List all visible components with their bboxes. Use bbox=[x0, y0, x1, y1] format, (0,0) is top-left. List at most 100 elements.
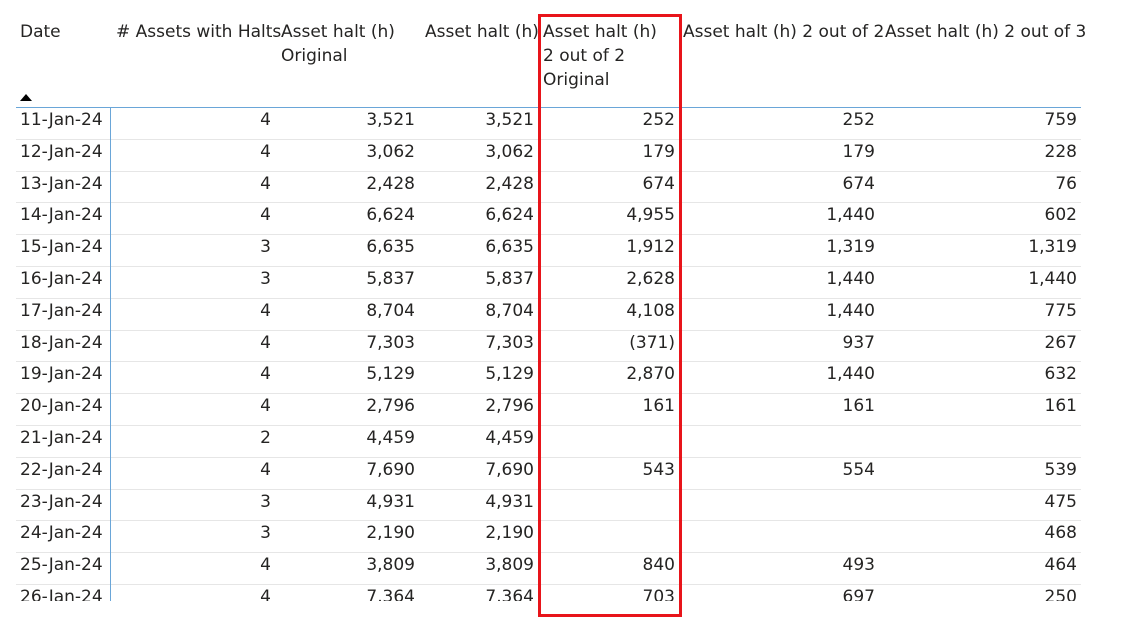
cell-asset-halt-2of2-original: 543 bbox=[642, 459, 675, 480]
table-row[interactable]: 26-Jan-24 4 7,364 7,364 703 697 250 bbox=[16, 585, 1081, 601]
cell-asset-halt-2of3: 267 bbox=[1044, 332, 1077, 353]
cell-asset-halt-2of3: 759 bbox=[1044, 110, 1077, 130]
cell-asset-halt-2of2-original: 2,870 bbox=[626, 364, 675, 385]
cell-asset-halt-original: 2,190 bbox=[366, 523, 415, 544]
table-row[interactable]: 16-Jan-24 3 5,837 5,837 2,628 1,440 1,440 bbox=[16, 267, 1081, 299]
cell-asset-halt-2of3: 775 bbox=[1044, 300, 1077, 321]
cell-asset-halt-2of2-original: 179 bbox=[642, 141, 675, 162]
sort-ascending-icon[interactable] bbox=[20, 94, 32, 101]
cell-asset-halt: 7,364 bbox=[485, 586, 534, 601]
cell-asset-halt-original: 5,837 bbox=[366, 268, 415, 289]
cell-asset-halt-original: 7,364 bbox=[366, 586, 415, 601]
cell-asset-halt-2of2-original: 674 bbox=[642, 173, 675, 194]
cell-asset-halt: 2,796 bbox=[485, 396, 534, 417]
cell-date: 26-Jan-24 bbox=[20, 586, 103, 601]
cell-asset-halt-2of3: 468 bbox=[1044, 523, 1077, 544]
column-header-asset-halt-2of2-original[interactable]: Asset halt (h) 2 out of 2 Original bbox=[543, 20, 671, 92]
cell-asset-halt-2of2-original: (371) bbox=[629, 332, 675, 353]
cell-asset-halt-original: 5,129 bbox=[366, 364, 415, 385]
table-row[interactable]: 18-Jan-24 4 7,303 7,303 (371) 937 267 bbox=[16, 331, 1081, 363]
cell-asset-halt-original: 7,303 bbox=[366, 332, 415, 353]
cell-asset-halt: 6,624 bbox=[485, 205, 534, 226]
cell-asset-halt-2of2: 493 bbox=[842, 555, 875, 576]
column-header-asset-halt[interactable]: Asset halt (h) bbox=[425, 20, 539, 44]
cell-asset-halt-2of3: 1,440 bbox=[1028, 268, 1077, 289]
cell-date: 15-Jan-24 bbox=[20, 237, 103, 258]
cell-asset-halt: 5,129 bbox=[485, 364, 534, 385]
cell-date: 18-Jan-24 bbox=[20, 332, 103, 353]
cell-asset-halt-2of2-original: 840 bbox=[642, 555, 675, 576]
table-row[interactable]: 22-Jan-24 4 7,690 7,690 543 554 539 bbox=[16, 458, 1081, 490]
date-column-divider bbox=[110, 108, 111, 601]
table-row[interactable]: 15-Jan-24 3 6,635 6,635 1,912 1,319 1,319 bbox=[16, 235, 1081, 267]
cell-asset-halt-original: 2,428 bbox=[366, 173, 415, 194]
cell-date: 21-Jan-24 bbox=[20, 427, 103, 448]
cell-assets-with-halts: 4 bbox=[260, 141, 271, 162]
cell-asset-halt: 3,062 bbox=[485, 141, 534, 162]
cell-asset-halt-2of2: 937 bbox=[842, 332, 875, 353]
table-row[interactable]: 13-Jan-24 4 2,428 2,428 674 674 76 bbox=[16, 172, 1081, 204]
cell-asset-halt: 8,704 bbox=[485, 300, 534, 321]
cell-asset-halt: 3,809 bbox=[485, 555, 534, 576]
column-header-assets-with-halts[interactable]: # Assets with Halts bbox=[116, 20, 281, 44]
cell-date: 13-Jan-24 bbox=[20, 173, 103, 194]
column-header-date[interactable]: Date bbox=[20, 20, 61, 44]
column-header-asset-halt-2of3-label: Asset halt (h) 2 out of 3 bbox=[885, 22, 1087, 42]
column-header-asset-halt-2of3[interactable]: Asset halt (h) 2 out of 3 bbox=[885, 20, 1086, 44]
cell-asset-halt-2of2: 1,440 bbox=[826, 300, 875, 321]
cell-date: 14-Jan-24 bbox=[20, 205, 103, 226]
cell-asset-halt-original: 3,521 bbox=[366, 110, 415, 130]
cell-asset-halt-2of2: 179 bbox=[842, 141, 875, 162]
cell-asset-halt: 6,635 bbox=[485, 237, 534, 258]
cell-assets-with-halts: 4 bbox=[260, 555, 271, 576]
cell-date: 24-Jan-24 bbox=[20, 523, 103, 544]
cell-asset-halt-2of2-original: 1,912 bbox=[626, 237, 675, 258]
column-header-asset-halt-original[interactable]: Asset halt (h) Original bbox=[281, 20, 411, 68]
table-row[interactable]: 12-Jan-24 4 3,062 3,062 179 179 228 bbox=[16, 140, 1081, 172]
cell-asset-halt-original: 6,635 bbox=[366, 237, 415, 258]
cell-asset-halt-original: 8,704 bbox=[366, 300, 415, 321]
cell-asset-halt-2of3: 250 bbox=[1044, 586, 1077, 601]
cell-asset-halt-2of2: 252 bbox=[842, 110, 875, 130]
table-body: 11-Jan-24 4 3,521 3,521 252 252 759 12-Jan-24 4 3… bbox=[16, 108, 1081, 601]
cell-date: 25-Jan-24 bbox=[20, 555, 103, 576]
table-row[interactable]: 21-Jan-24 2 4,459 4,459 bbox=[16, 426, 1081, 458]
cell-date: 11-Jan-24 bbox=[20, 110, 103, 130]
cell-date: 17-Jan-24 bbox=[20, 300, 103, 321]
cell-asset-halt: 3,521 bbox=[485, 110, 534, 130]
cell-date: 12-Jan-24 bbox=[20, 141, 103, 162]
cell-assets-with-halts: 4 bbox=[260, 364, 271, 385]
cell-asset-halt-2of3: 475 bbox=[1044, 491, 1077, 512]
cell-asset-halt-2of2-original: 4,108 bbox=[626, 300, 675, 321]
table-row[interactable]: 23-Jan-24 3 4,931 4,931 475 bbox=[16, 490, 1081, 522]
column-header-date-label: Date bbox=[20, 22, 61, 42]
cell-asset-halt-original: 4,931 bbox=[366, 491, 415, 512]
cell-asset-halt: 7,690 bbox=[485, 459, 534, 480]
table-row[interactable]: 14-Jan-24 4 6,624 6,624 4,955 1,440 602 bbox=[16, 203, 1081, 236]
cell-asset-halt-2of2: 1,440 bbox=[826, 205, 875, 226]
cell-asset-halt-original: 3,062 bbox=[366, 141, 415, 162]
table-row[interactable]: 11-Jan-24 4 3,521 3,521 252 252 759 bbox=[16, 108, 1081, 140]
column-header-asset-halt-2of2[interactable]: Asset halt (h) 2 out of 2 bbox=[683, 20, 884, 44]
cell-assets-with-halts: 4 bbox=[260, 110, 271, 130]
cell-asset-halt: 2,190 bbox=[485, 523, 534, 544]
cell-asset-halt: 2,428 bbox=[485, 173, 534, 194]
cell-asset-halt-2of2-original: 252 bbox=[642, 110, 675, 130]
column-header-asset-halt-2of2-label: Asset halt (h) 2 out of 2 bbox=[683, 22, 885, 42]
cell-asset-halt-2of2: 1,440 bbox=[826, 268, 875, 289]
table-row[interactable]: 17-Jan-24 4 8,704 8,704 4,108 1,440 775 bbox=[16, 299, 1081, 331]
cell-asset-halt-2of2: 1,319 bbox=[826, 237, 875, 258]
cell-asset-halt-2of2-original: 4,955 bbox=[626, 205, 675, 226]
table-row[interactable]: 19-Jan-24 4 5,129 5,129 2,870 1,440 632 bbox=[16, 362, 1081, 395]
table-row[interactable]: 25-Jan-24 4 3,809 3,809 840 493 464 bbox=[16, 553, 1081, 585]
cell-asset-halt: 4,459 bbox=[485, 427, 534, 448]
cell-date: 16-Jan-24 bbox=[20, 268, 103, 289]
cell-asset-halt: 4,931 bbox=[485, 491, 534, 512]
cell-assets-with-halts: 3 bbox=[260, 237, 271, 258]
table-row[interactable]: 24-Jan-24 3 2,190 2,190 468 bbox=[16, 521, 1081, 554]
cell-date: 22-Jan-24 bbox=[20, 459, 103, 480]
cell-asset-halt-2of2: 161 bbox=[842, 396, 875, 417]
table-row[interactable]: 20-Jan-24 4 2,796 2,796 161 161 161 bbox=[16, 394, 1081, 426]
cell-asset-halt-2of3: 464 bbox=[1044, 555, 1077, 576]
cell-assets-with-halts: 4 bbox=[260, 332, 271, 353]
